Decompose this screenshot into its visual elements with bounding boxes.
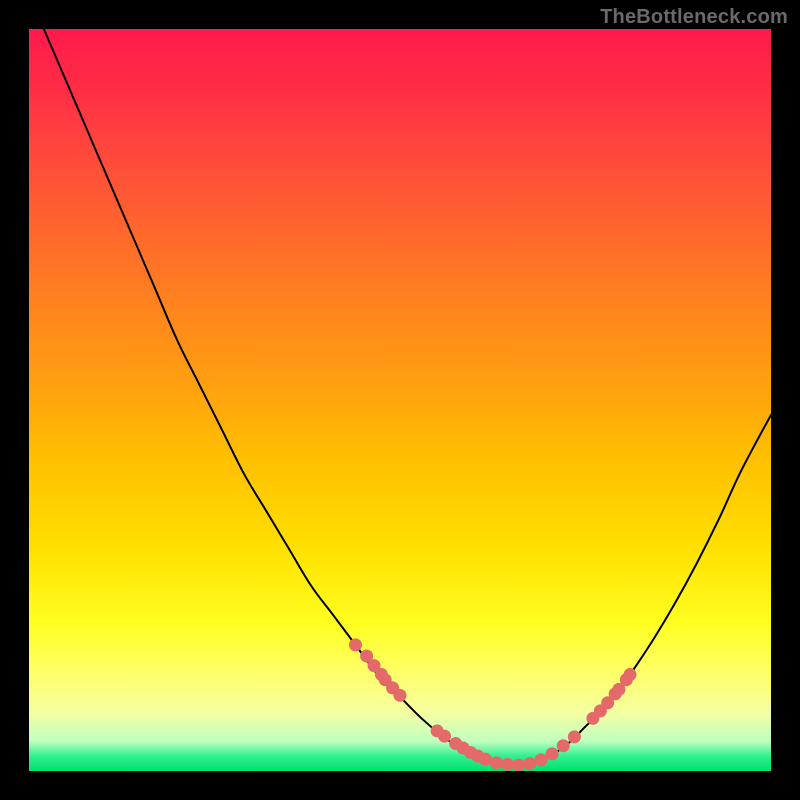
marker-group — [349, 638, 637, 771]
marker-dot — [490, 756, 503, 769]
marker-dot — [557, 739, 570, 752]
marker-dot — [523, 757, 536, 770]
marker-dot — [501, 758, 514, 771]
marker-dot — [512, 759, 525, 771]
chart-frame: TheBottleneck.com — [0, 0, 800, 800]
marker-dot — [546, 747, 559, 760]
marker-dot — [534, 753, 547, 766]
plot-area — [29, 29, 771, 771]
marker-dot — [394, 689, 407, 702]
watermark-text: TheBottleneck.com — [600, 6, 788, 29]
bottleneck-curve — [44, 29, 771, 765]
marker-dot — [568, 730, 581, 743]
curve-svg — [29, 29, 771, 771]
marker-dot — [479, 753, 492, 766]
marker-dot — [349, 638, 362, 651]
marker-dot — [438, 730, 451, 743]
marker-dot — [624, 668, 637, 681]
